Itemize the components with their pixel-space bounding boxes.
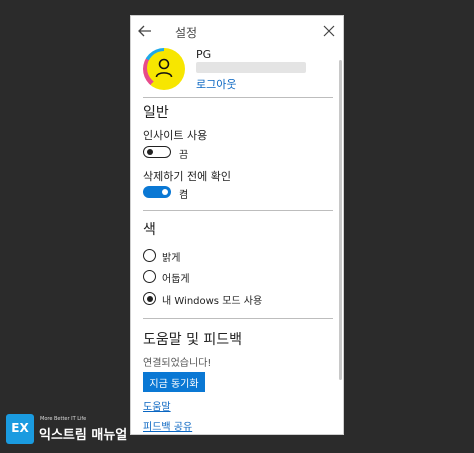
title-bar: 설정	[131, 16, 343, 46]
close-icon[interactable]	[321, 23, 337, 39]
insights-label: 인사이트 사용	[143, 129, 208, 142]
toggle-knob	[162, 189, 168, 195]
avatar[interactable]	[143, 48, 185, 90]
logo-mark: EX	[6, 414, 34, 444]
color-heading: 색	[143, 222, 156, 238]
radio-button[interactable]	[143, 249, 156, 262]
divider	[143, 97, 333, 98]
delete-confirm-label: 삭제하기 전에 확인	[143, 170, 231, 183]
feedback-link[interactable]: 피드백 공유	[143, 418, 192, 433]
avatar-face	[147, 51, 181, 85]
general-heading: 일반	[143, 105, 169, 121]
settings-panel: 설정 PG 로그아웃 일반 인사이트 사용 끔 삭제하기 전에 확인 켬 색 밝…	[130, 15, 344, 435]
delete-confirm-toggle[interactable]	[143, 186, 171, 198]
toggle-knob	[147, 149, 153, 155]
delete-confirm-toggle-state: 켬	[179, 190, 189, 201]
radio-button-selected[interactable]	[143, 292, 156, 305]
logo-name: 익스트림 매뉴얼	[39, 428, 128, 443]
back-arrow-icon[interactable]	[137, 23, 153, 39]
logo-mark-text: EX	[11, 421, 29, 435]
radio-light-label: 밝게	[162, 253, 181, 264]
help-link[interactable]: 도움말	[143, 398, 171, 413]
window-title: 설정	[175, 26, 198, 40]
profile-name: PG	[196, 48, 212, 61]
radio-dark-label: 어둡게	[162, 274, 190, 285]
person-icon	[155, 58, 173, 78]
sync-now-button[interactable]: 지금 동기화	[143, 372, 205, 392]
radio-button[interactable]	[143, 270, 156, 283]
help-heading: 도움말 및 피드백	[143, 332, 243, 348]
divider	[143, 210, 333, 211]
radio-windows-mode-label: 내 Windows 모드 사용	[162, 296, 263, 307]
scrollbar[interactable]	[339, 60, 342, 380]
logo-tagline: More Better IT Life	[40, 416, 87, 422]
insights-toggle[interactable]	[143, 146, 171, 158]
sign-out-link[interactable]: 로그아웃	[196, 76, 236, 92]
insights-toggle-state: 끔	[179, 150, 189, 161]
desktop-background: 설정 PG 로그아웃 일반 인사이트 사용 끔 삭제하기 전에 확인 켬 색 밝…	[0, 0, 474, 453]
watermark-logo: EX More Better IT Life 익스트림 매뉴얼	[6, 414, 136, 448]
profile-email-redacted	[196, 62, 306, 73]
divider	[143, 318, 333, 319]
sync-status: 연결되었습니다!	[143, 358, 212, 369]
